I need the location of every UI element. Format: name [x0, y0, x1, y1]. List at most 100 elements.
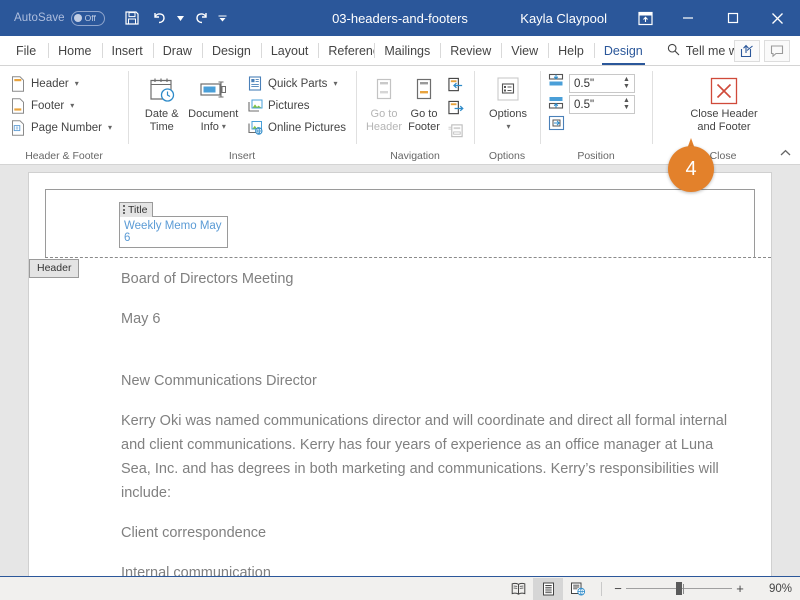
title-bar: AutoSave Off 03-headers-and-footers Kayl… — [0, 0, 800, 36]
tab-home[interactable]: Home — [48, 36, 101, 65]
tab-design[interactable]: Design — [201, 36, 261, 65]
close-header-and-footer-button[interactable]: Close Header and Footer — [689, 71, 759, 133]
status-bar-divider — [601, 581, 602, 596]
user-account-name[interactable]: Kayla Claypool — [520, 11, 607, 26]
chevron-down-icon[interactable]: ▾ — [333, 79, 337, 88]
tell-me-search-box[interactable]: Tell me w — [659, 36, 734, 65]
chevron-down-icon[interactable]: ▾ — [506, 121, 510, 134]
options-button[interactable]: Options ▾ — [482, 71, 534, 133]
redo-icon[interactable] — [189, 5, 215, 31]
document-body[interactable]: Board of Directors Meeting May 6 New Com… — [121, 267, 735, 576]
content-control-tab-label: Title — [128, 203, 148, 216]
undo-dropdown-icon[interactable] — [175, 5, 187, 31]
zoom-slider-thumb[interactable] — [676, 582, 682, 595]
ribbon-group-close-body: Close Header and Footer — [652, 69, 794, 148]
body-paragraph: Kerry Oki was named communications direc… — [121, 413, 728, 501]
content-control-value[interactable]: Weekly Memo May 6 — [119, 215, 228, 248]
ribbon-group-options-body: Options ▾ — [474, 69, 540, 148]
read-mode-view-button[interactable] — [503, 578, 533, 600]
quick-parts-button[interactable]: Quick Parts ▾ — [245, 73, 350, 94]
go-to-footer-label-line2: Footer — [408, 120, 440, 133]
content-control-tab[interactable]: Title — [119, 201, 154, 217]
title-content-control[interactable]: Title Weekly Memo May 6 — [119, 194, 228, 248]
stepper-down-icon[interactable]: ▼ — [623, 83, 630, 90]
autosave-switch[interactable]: Off — [70, 10, 105, 26]
tab-references[interactable]: References — [318, 36, 374, 65]
callout-marker-4: 4 — [668, 138, 714, 198]
chevron-down-icon[interactable]: ▾ — [108, 123, 112, 132]
header-region[interactable]: Title Weekly Memo May 6 — [45, 189, 755, 257]
tab-mailings[interactable]: Mailings — [374, 36, 440, 65]
web-layout-view-button[interactable] — [563, 578, 593, 600]
zoom-in-button[interactable]: + — [732, 579, 748, 599]
print-layout-view-button[interactable] — [533, 577, 563, 600]
content-control-grip-icon[interactable] — [123, 205, 125, 214]
word-window: AutoSave Off 03-headers-and-footers Kayl… — [0, 0, 800, 600]
document-info-label-line1: Document — [188, 108, 239, 120]
pictures-button[interactable]: Pictures — [245, 95, 350, 116]
tab-review[interactable]: Review — [440, 36, 501, 65]
zoom-slider[interactable] — [626, 579, 732, 599]
ribbon-group-position: 0.5" ▲ ▼ 0.5" ▲ ▼ Position — [540, 66, 652, 164]
quick-parts-label: Quick Parts — [268, 77, 328, 90]
footer-button[interactable]: Footer ▾ — [8, 95, 116, 116]
collapse-ribbon-icon[interactable] — [776, 144, 794, 162]
share-icon[interactable] — [734, 39, 760, 62]
footer-from-bottom-stepper[interactable]: ▲ ▼ — [621, 97, 634, 111]
go-to-header-button[interactable]: Go to Header — [364, 71, 404, 133]
tab-draw[interactable]: Draw — [152, 36, 202, 65]
body-date: May 6 — [121, 311, 161, 327]
options-label: Options — [489, 108, 527, 120]
header-button[interactable]: Header ▾ — [8, 73, 116, 94]
next-button[interactable] — [446, 96, 468, 119]
footer-from-bottom-icon — [548, 94, 564, 115]
link-to-previous-icon — [448, 123, 464, 139]
document-area[interactable]: Title Weekly Memo May 6 Header Board of … — [0, 165, 800, 576]
close-icon[interactable] — [755, 0, 800, 36]
document-page[interactable]: Title Weekly Memo May 6 Header Board of … — [28, 172, 772, 576]
header-from-top-spinner[interactable]: 0.5" ▲ ▼ — [569, 74, 635, 93]
maximize-icon[interactable] — [710, 0, 755, 36]
insert-alignment-tab-icon[interactable] — [548, 115, 565, 136]
ribbon-group-label-insert: Insert — [228, 150, 256, 162]
link-to-previous-button[interactable] — [446, 119, 468, 142]
chevron-down-icon[interactable]: ▾ — [70, 101, 74, 110]
previous-button[interactable] — [446, 73, 468, 96]
ribbon-display-options-icon[interactable] — [625, 0, 665, 36]
tab-file[interactable]: File — [0, 36, 48, 65]
header-from-top-stepper[interactable]: ▲ ▼ — [621, 76, 634, 90]
ribbon-tab-strip: File Home Insert Draw Design Layout Refe… — [0, 36, 800, 66]
document-info-button[interactable]: Document Info ▾ — [188, 71, 240, 133]
chevron-down-icon[interactable]: ▾ — [222, 121, 226, 134]
ribbon-group-label-navigation: Navigation — [390, 150, 440, 162]
date-and-time-button[interactable]: Date & Time — [136, 71, 188, 133]
footer-from-bottom-spinner[interactable]: 0.5" ▲ ▼ — [569, 95, 635, 114]
pictures-label: Pictures — [268, 99, 310, 112]
page-number-icon: # — [10, 119, 26, 136]
comments-icon[interactable] — [764, 39, 790, 62]
tab-view[interactable]: View — [501, 36, 548, 65]
ribbon-group-label-options: Options — [488, 150, 526, 162]
go-to-footer-button[interactable]: Go to Footer — [404, 71, 444, 133]
tab-help[interactable]: Help — [548, 36, 594, 65]
online-pictures-button[interactable]: Online Pictures — [245, 117, 350, 138]
autosave-toggle[interactable]: AutoSave Off — [14, 10, 105, 26]
undo-icon[interactable] — [147, 5, 173, 31]
customize-quick-access-toolbar-icon[interactable] — [217, 5, 229, 31]
options-icon — [491, 74, 525, 108]
date-and-time-label-line2: Time — [149, 120, 174, 133]
minimize-icon[interactable] — [665, 0, 710, 36]
ribbon-group-insert-body: Date & Time Document Info ▾ Quick Parts … — [128, 69, 356, 148]
search-icon — [667, 43, 680, 59]
chevron-down-icon[interactable]: ▾ — [75, 79, 79, 88]
page-number-button[interactable]: # Page Number ▾ — [8, 117, 116, 138]
zoom-level-label[interactable]: 90% — [758, 583, 792, 595]
tab-layout[interactable]: Layout — [260, 36, 319, 65]
tab-insert[interactable]: Insert — [101, 36, 153, 65]
save-icon[interactable] — [119, 5, 145, 31]
ribbon-group-header-and-footer: Header ▾ Footer ▾ # Page Number ▾ Header… — [0, 66, 128, 164]
quick-access-toolbar — [119, 5, 229, 31]
stepper-down-icon[interactable]: ▼ — [623, 104, 630, 111]
zoom-out-button[interactable]: − — [610, 579, 626, 599]
tab-design-contextual[interactable]: Design — [593, 36, 653, 65]
